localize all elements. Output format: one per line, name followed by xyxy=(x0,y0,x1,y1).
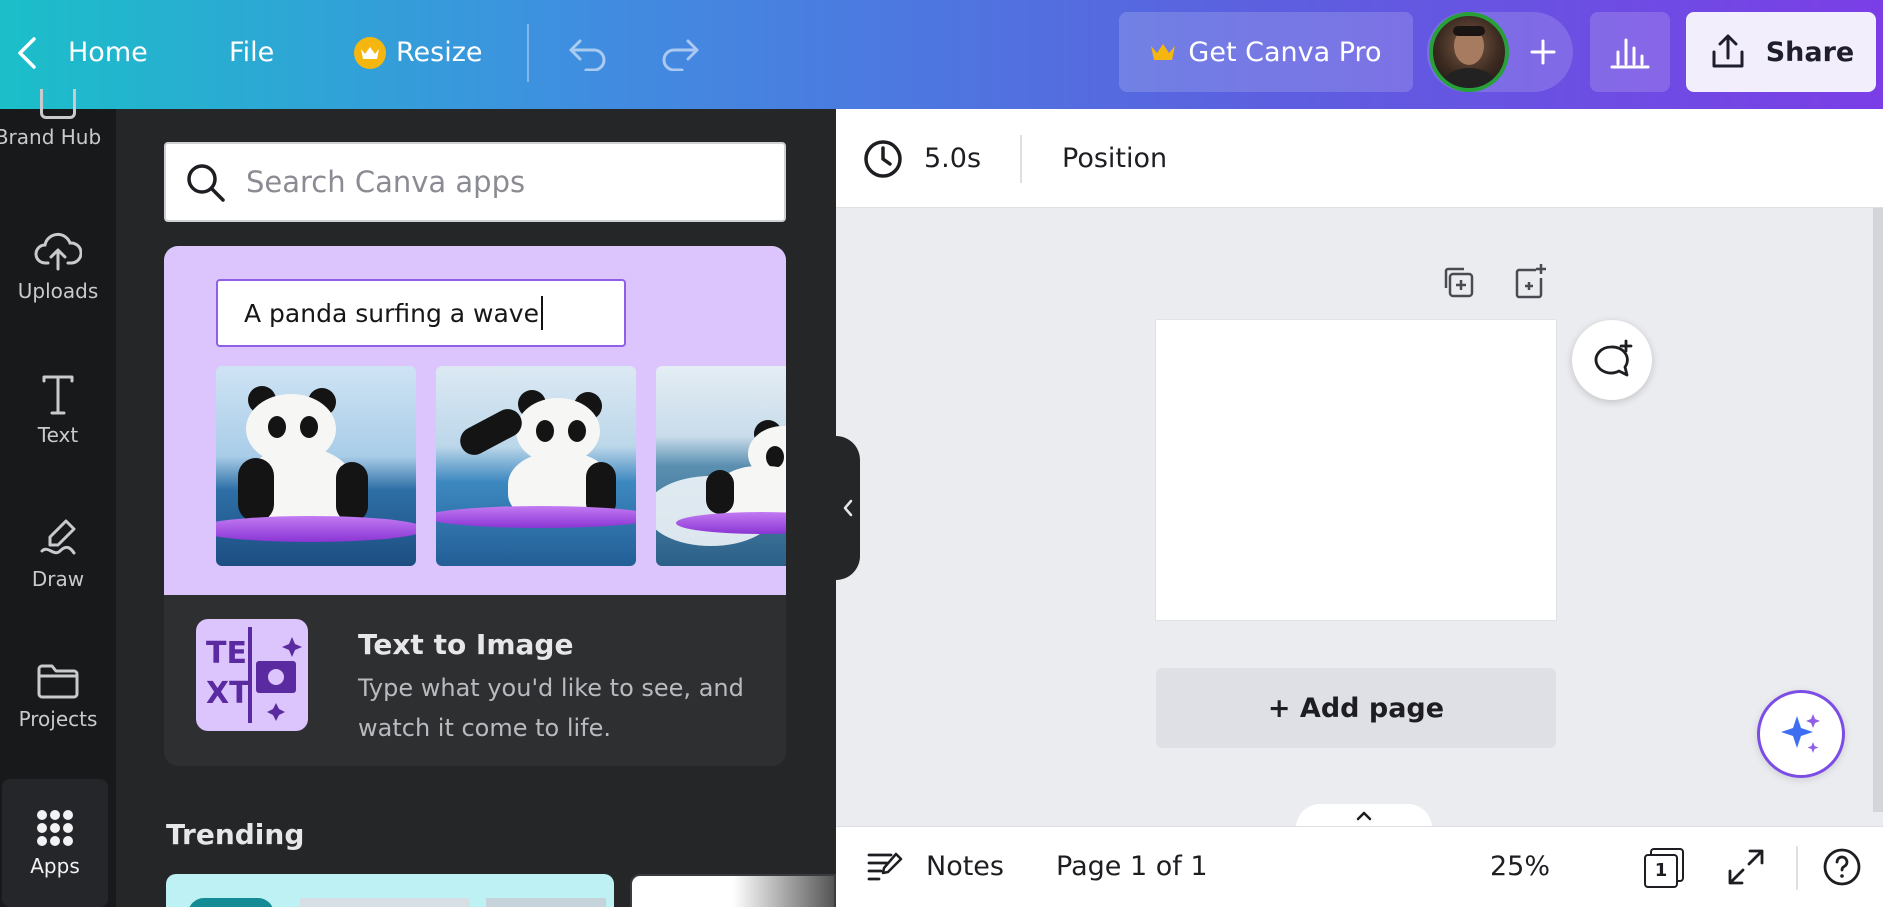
left-rail: Brand Hub Uploads Text Draw Projects App… xyxy=(0,89,116,907)
trending-app-card[interactable] xyxy=(166,874,614,907)
magic-sparkle-icon[interactable] xyxy=(1757,690,1845,778)
chevron-left-icon xyxy=(843,499,853,517)
rail-item-label: Apps xyxy=(30,854,80,878)
svg-text:XT: XT xyxy=(206,676,250,711)
rail-item-label: Text xyxy=(37,423,79,447)
notes-label: Notes xyxy=(926,851,1004,882)
rail-item-uploads[interactable]: Uploads xyxy=(0,229,116,303)
context-toolbar: 5.0s Position xyxy=(836,109,1883,208)
apps-grid-icon xyxy=(37,810,73,846)
text-icon xyxy=(42,375,74,415)
avatar[interactable] xyxy=(1429,12,1509,92)
trending-heading: Trending xyxy=(166,818,305,851)
folder-icon xyxy=(37,664,79,699)
position-button[interactable]: Position xyxy=(1062,109,1167,208)
page-grid-button[interactable]: 1 xyxy=(1642,826,1686,907)
design-page[interactable] xyxy=(1156,320,1556,620)
get-canva-pro-label: Get Canva Pro xyxy=(1188,36,1382,68)
rail-item-apps[interactable]: Apps xyxy=(2,779,108,907)
resize-button[interactable]: Resize xyxy=(354,0,483,105)
duration-value: 5.0s xyxy=(924,143,982,174)
add-page-button[interactable]: + Add page xyxy=(1156,668,1556,748)
rail-item-label: Draw xyxy=(31,567,85,591)
search-placeholder: Search Canva apps xyxy=(246,165,526,199)
toolbar-divider xyxy=(1796,846,1798,890)
page-indicator[interactable]: Page 1 of 1 xyxy=(1056,826,1208,907)
search-icon xyxy=(187,164,225,202)
help-icon[interactable] xyxy=(1822,826,1862,907)
featured-preview: A panda surfing a wave xyxy=(164,246,786,595)
prompt-text: A panda surfing a wave xyxy=(244,298,539,328)
rail-item-text[interactable]: Text xyxy=(0,373,116,447)
toolbar-divider xyxy=(1020,135,1022,183)
text-to-image-card[interactable]: A panda surfing a wave TE XT Text to Ima… xyxy=(164,246,786,766)
crown-icon xyxy=(1151,44,1176,60)
clock-icon xyxy=(864,139,902,178)
notes-button[interactable]: Notes xyxy=(866,826,1004,907)
app-description: Type what you'd like to see, and watch i… xyxy=(358,674,744,742)
crown-icon xyxy=(354,36,386,69)
rail-item-label: Uploads xyxy=(17,279,99,303)
rail-item-projects[interactable]: Projects xyxy=(0,661,116,731)
canvas-scrollbar[interactable] xyxy=(1873,208,1883,812)
toolbar-divider xyxy=(527,24,529,82)
draw-icon xyxy=(40,519,76,555)
rail-item-draw[interactable]: Draw xyxy=(0,517,116,591)
rail-item-label: Brand Hub xyxy=(0,125,102,149)
apps-panel: Search Canva apps A panda surfing a wave xyxy=(116,109,836,907)
collapse-panel-button[interactable] xyxy=(836,436,860,580)
text-caret xyxy=(540,296,543,330)
chevron-up-icon xyxy=(1356,811,1372,821)
add-collaborator-icon[interactable] xyxy=(1515,12,1571,92)
share-button[interactable]: Share xyxy=(1686,12,1876,92)
preview-image xyxy=(216,366,416,566)
file-menu-button[interactable]: File xyxy=(229,0,274,105)
undo-icon[interactable] xyxy=(566,0,610,105)
brand-hub-icon xyxy=(40,89,76,119)
preview-image xyxy=(436,366,636,566)
get-canva-pro-button[interactable]: Get Canva Pro xyxy=(1119,12,1413,92)
rail-item-brand-hub[interactable]: Brand Hub xyxy=(0,89,116,149)
search-input[interactable]: Search Canva apps xyxy=(164,142,786,222)
svg-text:TE: TE xyxy=(206,636,247,671)
fullscreen-icon[interactable] xyxy=(1726,826,1766,907)
collaborators-group xyxy=(1427,12,1573,92)
prompt-input[interactable]: A panda surfing a wave xyxy=(216,279,626,347)
cloud-upload-icon xyxy=(34,232,82,271)
trending-app-card[interactable] xyxy=(630,874,836,907)
pages-icon: 1 xyxy=(1642,846,1686,888)
redo-icon[interactable] xyxy=(658,0,702,105)
add-comment-icon[interactable] xyxy=(1572,320,1652,400)
notes-icon xyxy=(867,852,903,880)
share-upload-icon xyxy=(1712,34,1744,68)
add-page-icon[interactable] xyxy=(1510,262,1550,306)
page-count: 1 xyxy=(1644,853,1678,888)
duration-button[interactable]: 5.0s xyxy=(862,109,981,208)
zoom-level[interactable]: 25% xyxy=(1490,826,1550,907)
insights-chart-icon[interactable] xyxy=(1590,12,1670,92)
text-to-image-app-icon: TE XT xyxy=(196,619,308,731)
app-title: Text to Image xyxy=(358,628,574,661)
top-bar: Home File Resize Get Canva Pro Share xyxy=(0,0,1883,109)
preview-image xyxy=(656,366,786,566)
expand-pages-button[interactable] xyxy=(1296,804,1432,828)
rail-item-label: Projects xyxy=(18,707,98,731)
resize-label: Resize xyxy=(396,37,483,68)
share-label: Share xyxy=(1765,36,1855,68)
duplicate-page-icon[interactable] xyxy=(1438,262,1478,306)
